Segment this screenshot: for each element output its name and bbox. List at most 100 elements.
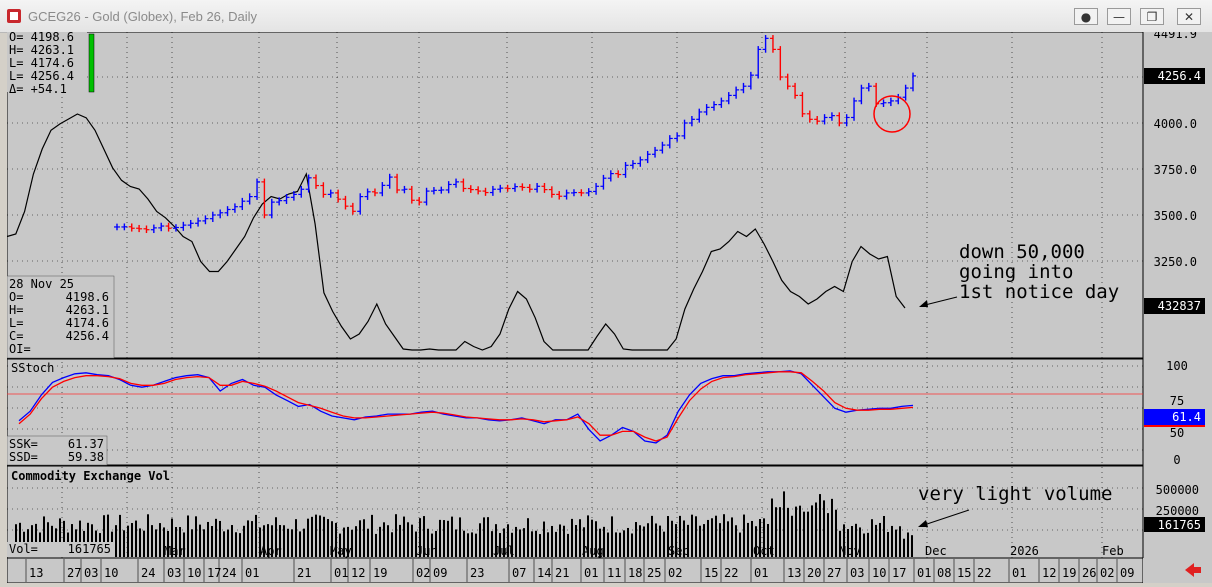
volume-bar — [159, 523, 161, 557]
volume-bar — [835, 509, 837, 557]
ssd-key: SSD= — [9, 450, 38, 464]
volume-bar — [543, 521, 545, 557]
volume-bar — [703, 524, 705, 557]
volume-bar — [155, 529, 157, 557]
volume-bar — [719, 523, 721, 557]
volume-bar — [451, 516, 453, 557]
close-button[interactable]: ✕ — [1177, 8, 1201, 25]
volume-bar — [287, 528, 289, 557]
volume-bar — [779, 507, 781, 557]
volume-bar — [131, 523, 133, 557]
vol-last-label: 161765 — [1158, 518, 1201, 532]
volume-bar — [231, 525, 233, 557]
volume-bar — [123, 530, 125, 557]
price-chart-svg[interactable]: O= 4198.6 H= 4263.1 L= 4174.6 L= 4256.4 … — [6, 27, 1212, 584]
volume-bar — [139, 528, 141, 557]
day-label: 02 — [1100, 566, 1114, 580]
dw-low-key: L= — [9, 316, 23, 330]
day-label: 02 — [416, 566, 430, 580]
volume-bar — [327, 519, 329, 557]
volume-bar — [739, 532, 741, 557]
volume-bar — [403, 516, 405, 557]
volume-bar — [879, 522, 881, 557]
volume-bar — [119, 514, 121, 557]
volume-bar — [291, 529, 293, 557]
volume-bar — [531, 531, 533, 557]
volume-bar — [527, 518, 529, 557]
day-label: 10 — [872, 566, 886, 580]
ohlc-box: O= 4198.6 H= 4263.1 L= 4174.6 L= 4256.4 … — [7, 30, 95, 96]
volume-bar — [547, 532, 549, 557]
record-button[interactable]: ● — [1074, 8, 1098, 25]
volume-bar — [799, 505, 801, 557]
day-label: 22 — [977, 566, 991, 580]
annotation-line-2: going into — [959, 261, 1073, 283]
volume-bar — [519, 529, 521, 557]
volume-bar — [307, 518, 309, 557]
stoch-tick-50: 50 — [1170, 426, 1184, 440]
stoch-tick-0: 0 — [1173, 453, 1180, 467]
chart-area[interactable]: O= 4198.6 H= 4263.1 L= 4174.6 L= 4256.4 … — [6, 27, 1212, 584]
volume-bar — [631, 533, 633, 557]
volume-bar — [303, 528, 305, 557]
day-label: 01 — [917, 566, 931, 580]
volume-bar — [607, 532, 609, 557]
volume-bar — [863, 533, 865, 557]
volume-bar — [367, 528, 369, 557]
month-label: Apr — [260, 544, 282, 558]
volume-bar — [615, 532, 617, 557]
volume-bar — [371, 514, 373, 557]
volume-bar — [463, 530, 465, 557]
volume-bar — [555, 531, 557, 557]
volume-bar — [203, 529, 205, 557]
ssk-value: 61.37 — [68, 437, 104, 451]
volume-bar — [911, 535, 913, 557]
day-label: 17 — [892, 566, 906, 580]
volume-bar — [459, 517, 461, 557]
volume-bar — [663, 531, 665, 557]
volume-bar — [255, 514, 257, 557]
dw-close-val: 4256.4 — [66, 329, 109, 343]
day-label: 22 — [724, 566, 738, 580]
volume-bar — [475, 533, 477, 557]
volume-bar — [151, 525, 153, 557]
volume-bar — [775, 507, 777, 557]
day-label: 19 — [373, 566, 387, 580]
volume-bar — [787, 507, 789, 557]
day-label: 01 — [334, 566, 348, 580]
month-label: Oct — [753, 544, 775, 558]
volume-bar — [323, 516, 325, 557]
volume-bar — [559, 524, 561, 557]
volume-bar — [699, 525, 701, 557]
stoch-title: SStoch — [11, 361, 54, 375]
volume-bar — [891, 525, 893, 557]
volume-bar — [571, 518, 573, 557]
vol-key: Vol= — [9, 542, 38, 556]
volume-bar — [627, 527, 629, 557]
volume-bar — [579, 519, 581, 557]
restore-button[interactable]: ❐ — [1140, 8, 1164, 25]
volume-bar — [387, 525, 389, 557]
volume-annotation: very light volume — [918, 483, 1112, 505]
volume-bar — [551, 525, 553, 557]
volume-bar — [795, 506, 797, 557]
volume-bar — [575, 525, 577, 557]
volume-bar — [247, 520, 249, 557]
day-label: 03 — [84, 566, 98, 580]
volume-bar — [523, 528, 525, 557]
last-price-label: 4256.4 — [1158, 69, 1201, 83]
ohlc-line-4: Δ= +54.1 — [9, 82, 67, 96]
volume-bar — [539, 534, 541, 557]
month-label: Nov — [839, 544, 861, 558]
day-label: 09 — [1120, 566, 1134, 580]
volume-bar — [567, 533, 569, 557]
volume-bar — [655, 523, 657, 557]
volume-bar — [243, 525, 245, 557]
stoch-last-label: 61.4 — [1172, 410, 1201, 424]
volume-bar — [623, 530, 625, 557]
day-label: 03 — [167, 566, 181, 580]
volume-bar — [875, 524, 877, 557]
day-label: 25 — [647, 566, 661, 580]
minimize-button[interactable]: — — [1107, 8, 1131, 25]
volume-bar — [791, 515, 793, 557]
